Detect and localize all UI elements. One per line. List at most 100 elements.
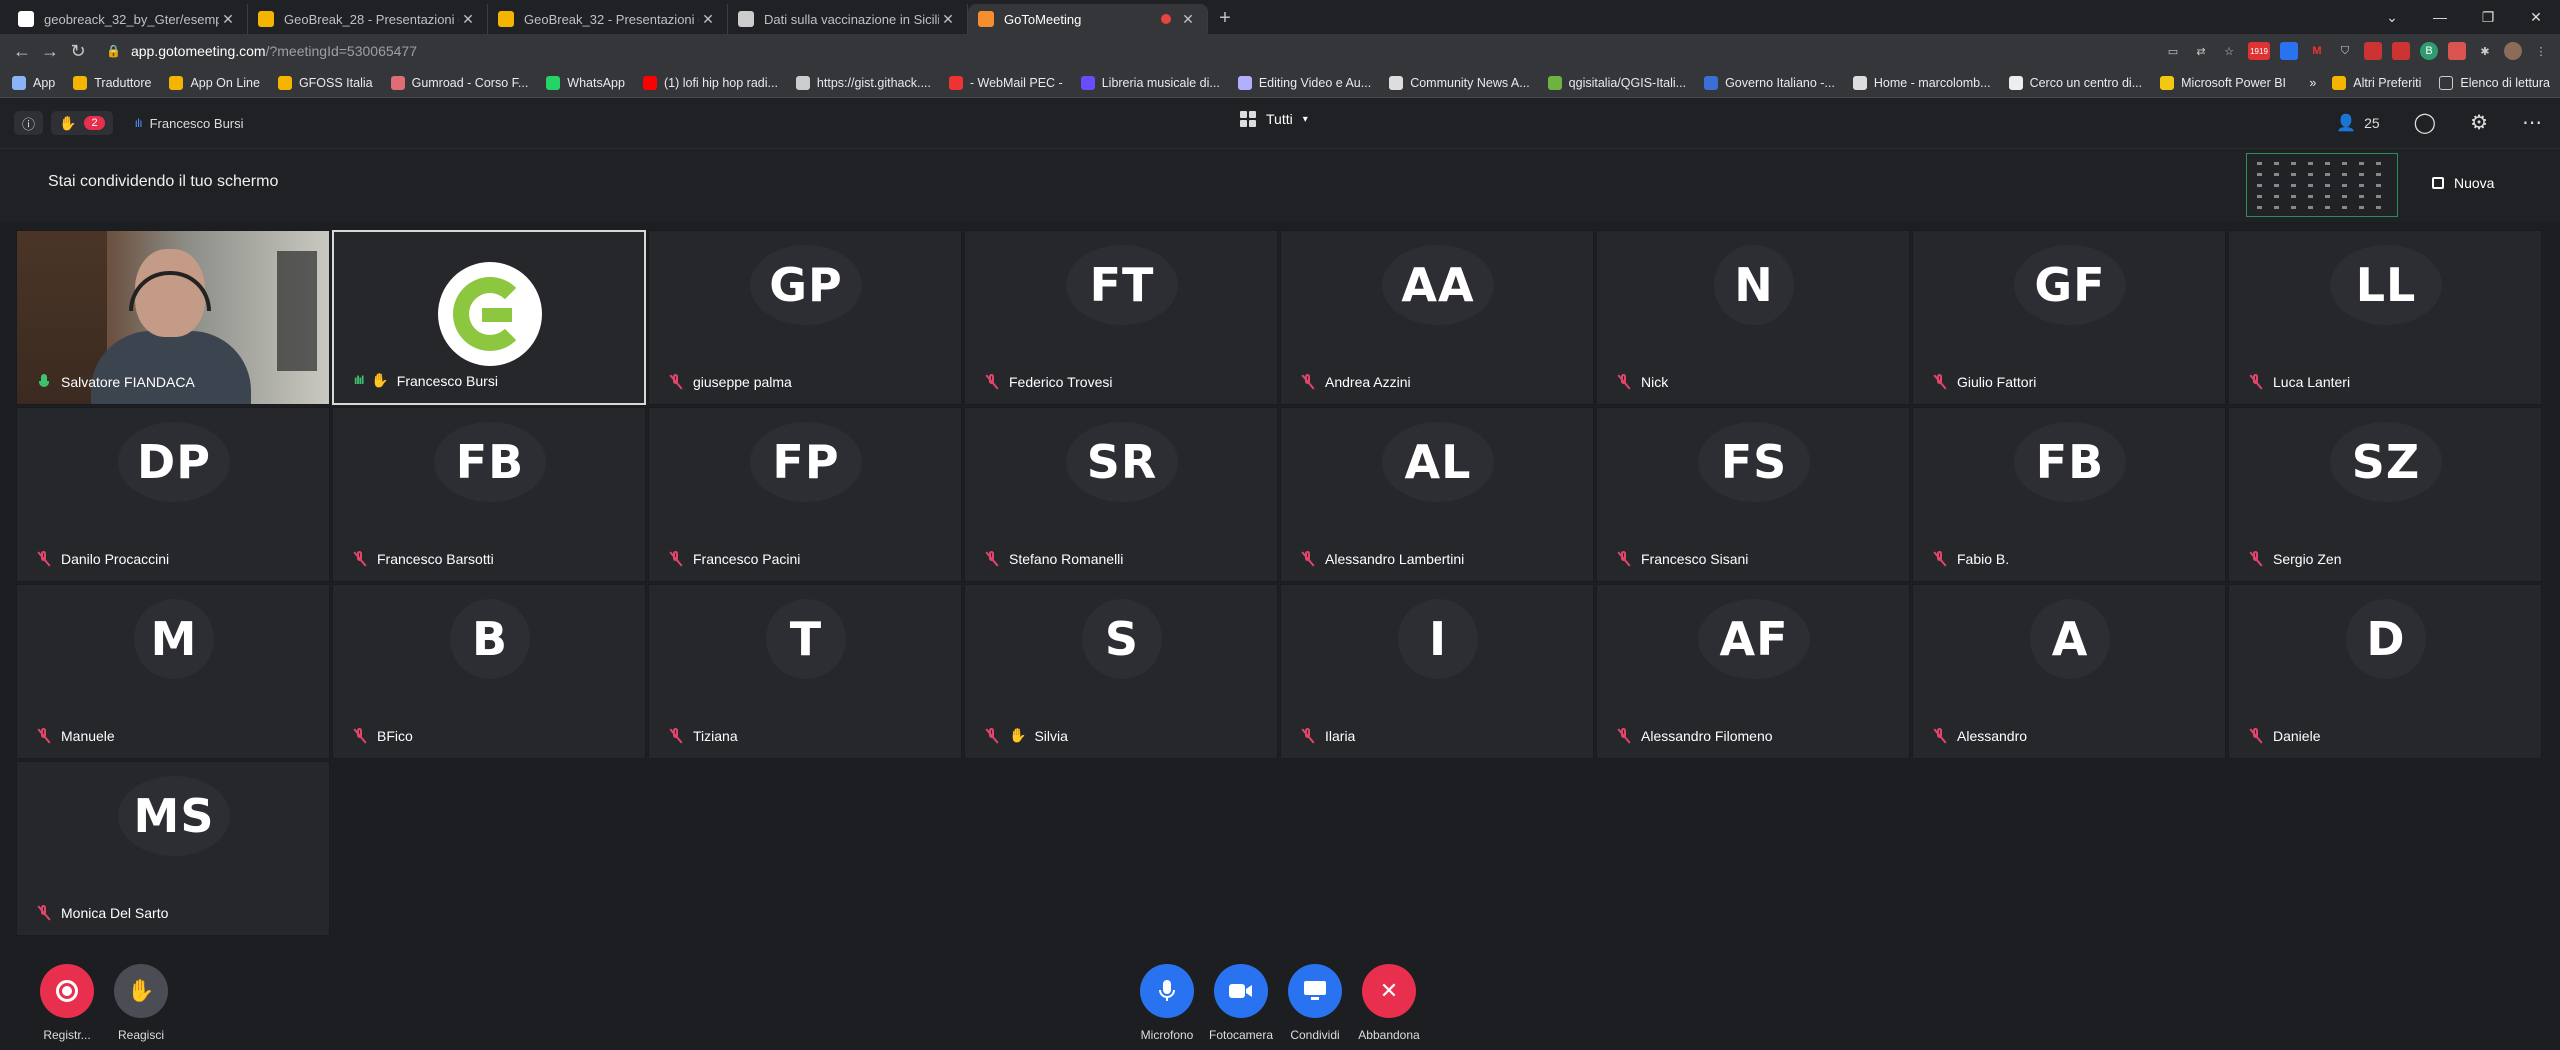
- chat-icon[interactable]: ◯: [2414, 110, 2436, 135]
- bookmark-item[interactable]: https://gist.githack....: [795, 75, 931, 90]
- bookmark-item[interactable]: Community News A...: [1389, 75, 1530, 90]
- translate-icon[interactable]: ⇄: [2192, 42, 2210, 60]
- bookmark-item[interactable]: qgisitalia/QGIS-Itali...: [1547, 75, 1686, 90]
- back-icon[interactable]: ←: [8, 41, 36, 62]
- participant-tile[interactable]: FP Francesco Pacini: [648, 407, 962, 582]
- participant-tile[interactable]: A Alessandro: [1912, 584, 2226, 759]
- browser-tab[interactable]: GeoBreak_28 - Presentazioni Go ✕: [248, 4, 488, 34]
- participant-tile[interactable]: D Daniele: [2228, 584, 2542, 759]
- participant-tile[interactable]: N Nick: [1596, 230, 1910, 405]
- browser-tab[interactable]: GeoBreak_32 - Presentazioni Go ✕: [488, 4, 728, 34]
- close-button[interactable]: ✕ Abbandona: [1358, 964, 1420, 1042]
- participant-tile[interactable]: B BFico: [332, 584, 646, 759]
- lock-icon[interactable]: 🔒: [106, 44, 121, 58]
- participant-tile[interactable]: GF Giulio Fattori: [1912, 230, 2226, 405]
- view-mode-selector[interactable]: Tutti ▾: [1240, 111, 1308, 127]
- participant-tile[interactable]: FB Francesco Barsotti: [332, 407, 646, 582]
- browser-tab[interactable]: GoToMeeting ✕: [968, 4, 1208, 34]
- participant-tile[interactable]: SR Stefano Romanelli: [964, 407, 1278, 582]
- bookmark-item[interactable]: Microsoft Power BI: [2160, 75, 2286, 90]
- participant-tile[interactable]: AA Andrea Azzini: [1280, 230, 1594, 405]
- browser-menu-icon[interactable]: ⋮: [2532, 42, 2550, 60]
- bookmark-item[interactable]: GFOSS Italia: [277, 75, 373, 90]
- participant-tile[interactable]: SZ Sergio Zen: [2228, 407, 2542, 582]
- extension-red-icon[interactable]: [2364, 42, 2382, 60]
- minimize-icon[interactable]: —: [2416, 9, 2464, 25]
- participant-tile[interactable]: FB Fabio B.: [1912, 407, 2226, 582]
- extension-m-icon[interactable]: M: [2308, 42, 2326, 60]
- attendees-button[interactable]: 👤 25: [2336, 113, 2380, 133]
- extension-shield-icon[interactable]: ⛉: [2336, 42, 2354, 60]
- participant-tile[interactable]: ıIıI ✋ Francesco Bursi: [332, 230, 646, 405]
- other-bookmarks-folder[interactable]: Altri Preferiti: [2332, 76, 2421, 90]
- raised-hands-button[interactable]: ✋ 2: [51, 111, 113, 135]
- shared-screen-thumbnail[interactable]: [2246, 153, 2398, 217]
- tab-close-icon[interactable]: ✕: [699, 11, 717, 28]
- extension-red2-icon[interactable]: [2392, 42, 2410, 60]
- bookmark-star-icon[interactable]: ☆: [2220, 42, 2238, 60]
- extension-badge-icon[interactable]: 1919: [2248, 42, 2270, 60]
- participant-tile[interactable]: T Tiziana: [648, 584, 962, 759]
- microphone-button[interactable]: Microfono: [1140, 964, 1194, 1042]
- browser-tab[interactable]: Dati sulla vaccinazione in Sicilia | ✕: [728, 4, 968, 34]
- forward-icon[interactable]: →: [36, 41, 64, 62]
- new-share-button[interactable]: Nuova: [2432, 175, 2494, 191]
- participant-tile[interactable]: Salvatore FIANDACA: [16, 230, 330, 405]
- bookmark-item[interactable]: Cerco un centro di...: [2008, 75, 2142, 90]
- active-speaker: ıIı Francesco Bursi: [135, 116, 244, 131]
- tab-close-icon[interactable]: ✕: [1179, 11, 1197, 28]
- participant-tile[interactable]: I Ilaria: [1280, 584, 1594, 759]
- screen-share-button[interactable]: Condividi: [1288, 964, 1342, 1042]
- tab-close-icon[interactable]: ✕: [939, 11, 957, 28]
- tab-search-icon[interactable]: ⌄: [2368, 9, 2416, 26]
- bookmark-item[interactable]: - WebMail PEC -: [948, 75, 1063, 90]
- participant-tile[interactable]: MS Monica Del Sarto: [16, 761, 330, 936]
- participant-tile[interactable]: S ✋ Silvia: [964, 584, 1278, 759]
- participant-name-line: Fabio B.: [1933, 551, 2009, 567]
- new-tab-button[interactable]: +: [1208, 4, 1242, 34]
- camera-blocked-icon[interactable]: ▭: [2164, 42, 2182, 60]
- profile-avatar[interactable]: [2504, 42, 2522, 60]
- bookmark-item[interactable]: App On Line: [169, 75, 260, 90]
- hand-button[interactable]: ✋ Reagisci: [114, 964, 168, 1042]
- bookmark-item[interactable]: Editing Video e Au...: [1237, 75, 1371, 90]
- more-bookmarks-button[interactable]: »: [2309, 76, 2316, 90]
- reading-list-button[interactable]: Elenco di lettura: [2439, 76, 2550, 90]
- thumbnail-speck: [2342, 195, 2347, 198]
- record-button[interactable]: Registr...: [40, 964, 94, 1042]
- restore-icon[interactable]: ❐: [2464, 9, 2512, 26]
- bookmark-item[interactable]: App: [12, 75, 55, 90]
- muted-mic-icon: [1617, 551, 1631, 567]
- tab-close-icon[interactable]: ✕: [459, 11, 477, 28]
- url-field[interactable]: 🔒 app.gotomeeting.com/?meetingId=5300654…: [106, 38, 2164, 64]
- extension-download-icon[interactable]: [2280, 42, 2298, 60]
- participant-tile[interactable]: FT Federico Trovesi: [964, 230, 1278, 405]
- bookmark-item[interactable]: Governo Italiano -...: [1704, 75, 1835, 90]
- bookmark-item[interactable]: Home - marcolomb...: [1852, 75, 1991, 90]
- extension-pdf-icon[interactable]: [2448, 42, 2466, 60]
- participant-tile[interactable]: M Manuele: [16, 584, 330, 759]
- info-button[interactable]: ⓘ: [14, 111, 44, 135]
- camera-button[interactable]: Fotocamera: [1209, 964, 1273, 1042]
- participant-tile[interactable]: AL Alessandro Lambertini: [1280, 407, 1594, 582]
- bookmark-item[interactable]: Traduttore: [73, 75, 151, 90]
- participant-tile[interactable]: AF Alessandro Filomeno: [1596, 584, 1910, 759]
- extensions-puzzle-icon[interactable]: ✱: [2476, 42, 2494, 60]
- tab-favicon-icon: [738, 11, 754, 27]
- participant-tile[interactable]: LL Luca Lanteri: [2228, 230, 2542, 405]
- more-options-icon[interactable]: ⋯: [2522, 110, 2542, 135]
- settings-gear-icon[interactable]: ⚙: [2470, 110, 2488, 135]
- bookmark-item[interactable]: Libreria musicale di...: [1080, 75, 1220, 90]
- participant-tile[interactable]: DP Danilo Procaccini: [16, 407, 330, 582]
- window-close-icon[interactable]: ✕: [2512, 9, 2560, 26]
- reload-icon[interactable]: ↻: [64, 41, 92, 62]
- extension-green-icon[interactable]: B: [2420, 42, 2438, 60]
- tab-close-icon[interactable]: ✕: [219, 11, 237, 28]
- participant-tile[interactable]: GP giuseppe palma: [648, 230, 962, 405]
- bookmark-item[interactable]: Gumroad - Corso F...: [390, 75, 528, 90]
- participant-tile[interactable]: FS Francesco Sisani: [1596, 407, 1910, 582]
- bookmark-item[interactable]: (1) lofi hip hop radi...: [642, 75, 778, 90]
- participant-name: Danilo Procaccini: [61, 551, 170, 567]
- browser-tab[interactable]: geobreack_32_by_Gter/esempi.n ✕: [8, 4, 248, 34]
- bookmark-item[interactable]: WhatsApp: [546, 75, 625, 90]
